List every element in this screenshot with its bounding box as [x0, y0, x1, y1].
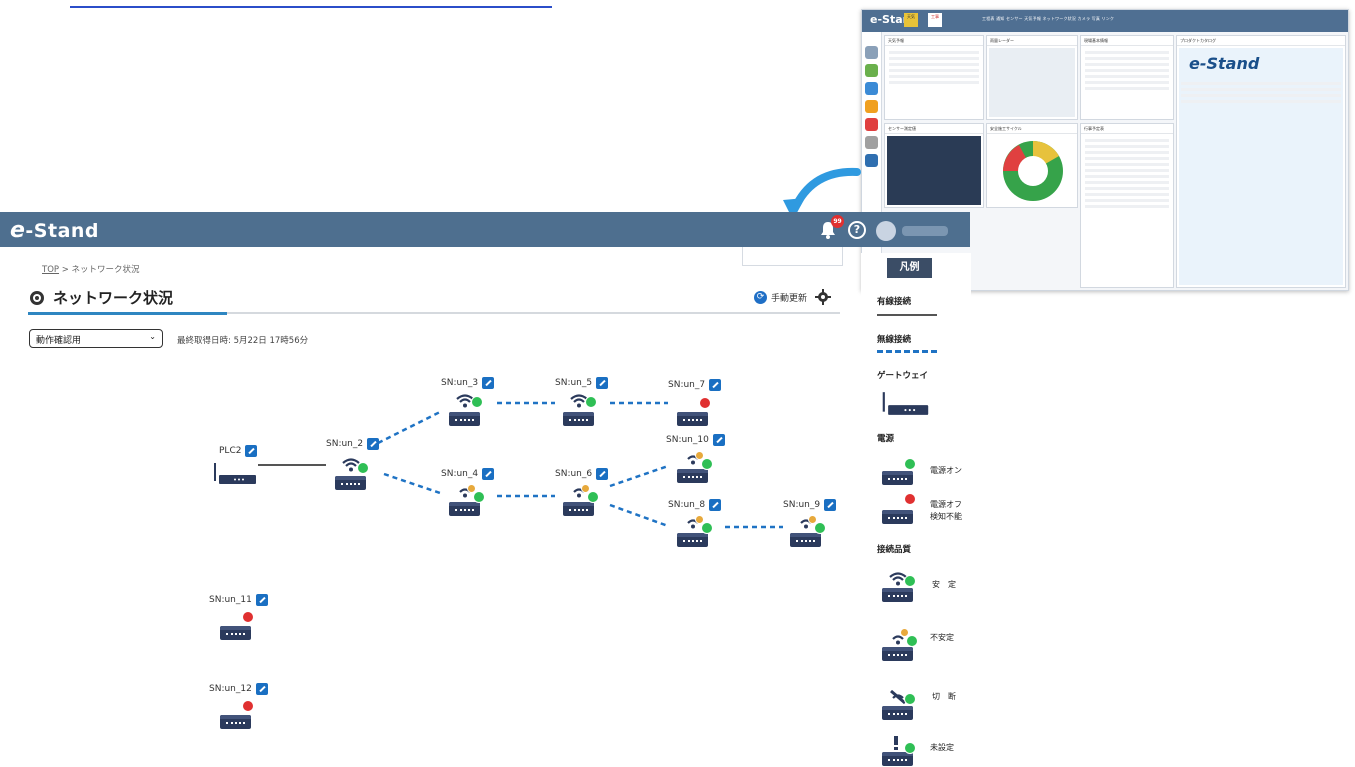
status-dot — [587, 491, 599, 503]
legend-undetectable-text: 検知不能 — [930, 512, 962, 521]
site-info-card: 現場基本情報 — [1080, 35, 1174, 120]
node-label: SN:un_2 — [326, 438, 380, 450]
legend-quality-label: 接続品質 — [877, 545, 912, 555]
legend-stable-text: 安 定 — [932, 580, 956, 589]
legend-power-on-icon — [882, 455, 916, 485]
wireless-link — [609, 503, 669, 528]
edit-icon[interactable] — [482, 377, 495, 389]
status-dot — [585, 396, 597, 408]
map-icon — [865, 64, 878, 77]
legend-unstable-icon — [882, 628, 918, 661]
node-device[interactable] — [449, 484, 485, 516]
node-label: SN:un_3 — [441, 377, 495, 389]
node-device[interactable] — [563, 484, 599, 516]
status-dot — [701, 458, 713, 470]
node-device[interactable] — [449, 394, 483, 426]
node-label: SN:un_6 — [555, 468, 609, 480]
preview-nav: 工程表 通知 センサー 天気予報 ネットワーク状況 カメラ 写真 リンク — [982, 16, 1115, 21]
legend-title: 凡例 — [887, 258, 932, 278]
legend-unset-icon — [882, 736, 916, 766]
legend-gateway-label: ゲートウェイ — [877, 371, 929, 381]
node-label: SN:un_5 — [555, 377, 609, 389]
edit-icon[interactable] — [596, 468, 609, 480]
legend-wired-label: 有線接続 — [877, 297, 912, 307]
edit-icon[interactable] — [712, 434, 725, 446]
wireless-link — [383, 472, 441, 495]
status-dot — [473, 491, 485, 503]
node-device[interactable] — [677, 394, 711, 426]
edit-icon[interactable] — [824, 499, 837, 511]
edit-icon[interactable] — [709, 499, 722, 511]
node-device[interactable] — [220, 608, 254, 640]
status-dot — [701, 522, 713, 534]
node-label: PLC2 — [219, 445, 258, 457]
legend-power-label: 電源 — [877, 434, 895, 444]
node-device[interactable] — [563, 394, 597, 426]
avatar[interactable] — [876, 221, 896, 241]
legend-stable-icon — [882, 572, 916, 602]
user-name[interactable] — [902, 226, 948, 236]
node-device[interactable] — [677, 515, 713, 547]
preview-badge: 天気 — [904, 13, 918, 27]
edit-icon[interactable] — [596, 377, 609, 389]
node-label: SN:un_11 — [209, 594, 268, 606]
edit-icon[interactable] — [245, 445, 258, 457]
edit-icon[interactable] — [367, 438, 380, 450]
status-dot — [242, 611, 254, 623]
radar-card: 雨量レーダー — [986, 35, 1078, 120]
gateway-icon[interactable] — [213, 461, 258, 485]
safety-cycle-card: 安全施工サイクル — [986, 123, 1078, 208]
e-icon — [865, 118, 878, 131]
legend-wireless-label: 無線接続 — [877, 335, 912, 345]
legend-unstable-text: 不安定 — [930, 633, 954, 642]
status-dot — [242, 700, 254, 712]
weather-card: 天気予報 — [884, 35, 984, 120]
preview-badge: 工事 — [928, 13, 942, 27]
node-label: SN:un_12 — [209, 683, 268, 695]
calendar-icon — [865, 136, 878, 149]
status-dot — [814, 522, 826, 534]
legend-power-off-text: 電源オフ — [930, 500, 962, 509]
legend-panel — [861, 253, 971, 767]
node-label: SN:un_7 — [668, 379, 722, 391]
node-label: SN:un_8 — [668, 499, 722, 511]
edit-icon[interactable] — [482, 468, 495, 480]
node-device[interactable] — [220, 697, 254, 729]
legend-wireless-line — [877, 350, 937, 353]
dashboard-preview: e-Stand 天気 工事 工程表 通知 センサー 天気予報 ネットワーク状況 … — [861, 9, 1349, 291]
catalog-card: プロダクトカタログ e-Stand — [1176, 35, 1346, 288]
gateway-icon — [882, 392, 929, 415]
edit-icon[interactable] — [255, 683, 268, 695]
sensor-card: センサー測定値 — [884, 123, 984, 208]
legend-wired-line — [877, 314, 937, 316]
pin-icon — [865, 82, 878, 95]
legend-disconnected-icon — [882, 690, 916, 720]
network-links — [258, 401, 783, 529]
legend-power-on-text: 電源オン — [930, 466, 962, 475]
status-dot — [471, 396, 483, 408]
status-dot — [357, 462, 369, 474]
edit-icon[interactable] — [709, 379, 722, 391]
wireless-link — [609, 464, 669, 488]
wireless-link — [369, 410, 441, 449]
schedule-card: 行事予定表 — [1080, 123, 1174, 288]
network-icon — [865, 154, 878, 167]
legend-unset-text: 未設定 — [930, 743, 954, 752]
node-device[interactable] — [677, 451, 713, 483]
edit-icon[interactable] — [255, 594, 268, 606]
node-label: SN:un_4 — [441, 468, 495, 480]
legend-power-off-icon — [882, 493, 916, 524]
node-device[interactable] — [335, 458, 369, 490]
node-device[interactable] — [790, 515, 826, 547]
status-dot — [699, 397, 711, 409]
phone-icon — [865, 100, 878, 113]
node-label: SN:un_10 — [666, 434, 725, 446]
grid-icon — [865, 46, 878, 59]
node-label: SN:un_9 — [783, 499, 837, 511]
legend-disconnected-text: 切 断 — [932, 692, 956, 701]
